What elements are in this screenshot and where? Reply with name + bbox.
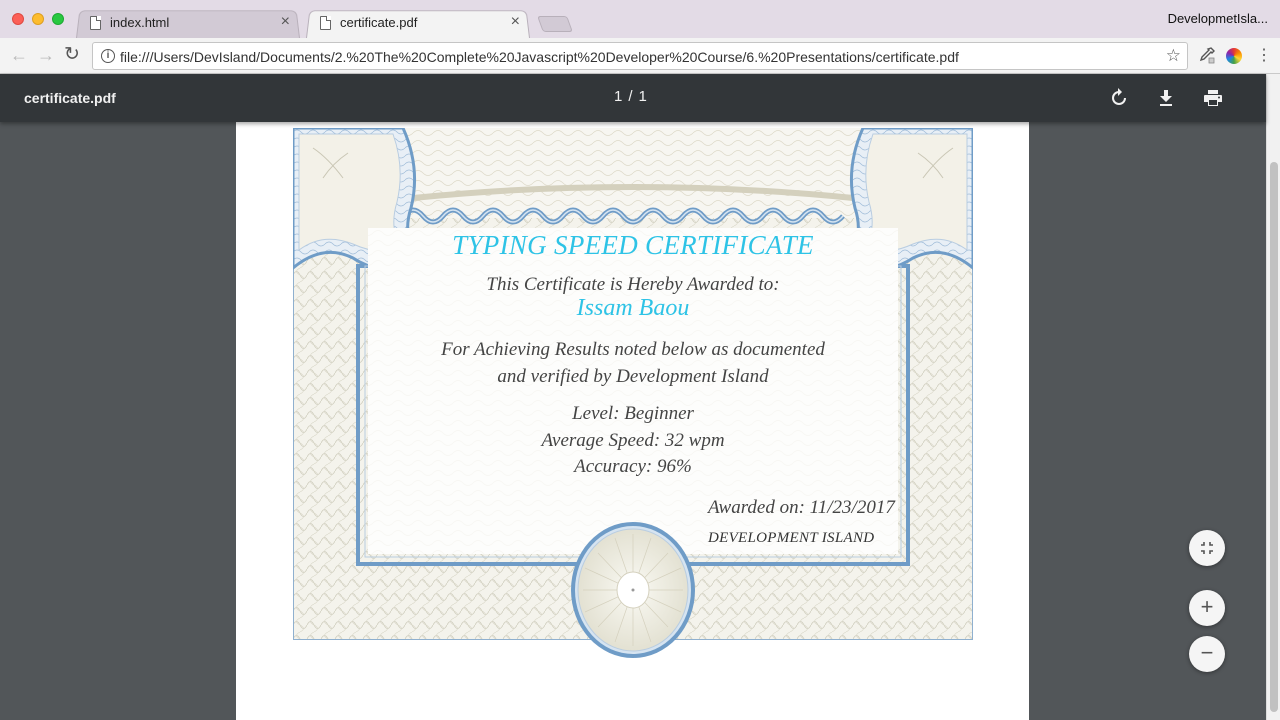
pdf-viewer[interactable]: TYPING SPEED CERTIFICATE This Certificat…: [0, 122, 1266, 720]
page-counter: 1 / 1: [614, 88, 647, 105]
close-window-button[interactable]: [12, 13, 24, 25]
tab-close-button[interactable]: ×: [281, 13, 290, 31]
total-pages: 1: [638, 88, 647, 105]
zoom-out-button[interactable]: −: [1189, 636, 1225, 672]
certificate-purpose-line1: For Achieving Results noted below as doc…: [441, 339, 825, 360]
eyedropper-extension-icon[interactable]: [1198, 46, 1218, 66]
rotate-icon: [1112, 88, 1126, 105]
current-page-input[interactable]: 1: [614, 88, 622, 105]
tab-certificate-pdf[interactable]: certificate.pdf ×: [306, 8, 530, 38]
certificate-title: TYPING SPEED CERTIFICATE: [452, 230, 814, 260]
certificate-recipient: Issam Baou: [576, 295, 690, 321]
certificate: TYPING SPEED CERTIFICATE This Certificat…: [293, 128, 973, 658]
rotate-button[interactable]: [1107, 86, 1131, 110]
tab-title: index.html: [110, 15, 170, 30]
download-button[interactable]: [1154, 86, 1178, 110]
certificate-level: Level: Beginner: [572, 403, 694, 424]
certificate-border-artwork: [293, 128, 973, 658]
print-icon: [1204, 90, 1222, 106]
menu-icon[interactable]: ⋮: [1256, 46, 1272, 66]
tab-strip: index.html × certificate.pdf × Developme…: [0, 0, 1280, 38]
bookmark-star-icon[interactable]: ☆: [1166, 46, 1181, 66]
page-separator: /: [628, 88, 633, 105]
print-button[interactable]: [1201, 86, 1225, 110]
tab-close-button[interactable]: ×: [511, 13, 520, 31]
scrollbar-thumb[interactable]: [1270, 162, 1278, 712]
certificate-organization: DEVELOPMENT ISLAND: [708, 530, 875, 546]
pdf-toolbar: certificate.pdf 1 / 1: [0, 74, 1266, 122]
forward-button[interactable]: →: [37, 45, 55, 65]
tab-title: certificate.pdf: [340, 15, 418, 30]
certificate-awarded-to: This Certificate is Hereby Awarded to:: [486, 274, 780, 295]
info-icon[interactable]: i: [101, 49, 115, 63]
maximize-window-button[interactable]: [52, 13, 64, 25]
new-tab-button[interactable]: [537, 16, 573, 32]
file-icon: [90, 16, 101, 30]
certificate-purpose-line2: and verified by Development Island: [497, 366, 769, 387]
address-bar[interactable]: i file:///Users/DevIsland/Documents/2.%2…: [92, 42, 1188, 70]
certificate-accuracy: Accuracy: 96%: [574, 456, 692, 477]
tab-index-html[interactable]: index.html ×: [76, 8, 300, 38]
file-icon: [320, 16, 331, 30]
profile-label[interactable]: DevelopmetIsla...: [1168, 11, 1268, 26]
pdf-file-name: certificate.pdf: [24, 90, 116, 106]
back-button[interactable]: ←: [10, 45, 28, 65]
reload-button[interactable]: ↻: [64, 45, 80, 65]
url-text[interactable]: file:///Users/DevIsland/Documents/2.%20T…: [120, 49, 959, 65]
download-icon: [1160, 90, 1172, 106]
certificate-awarded-date: Awarded on: 11/23/2017: [708, 497, 895, 518]
pdf-page: TYPING SPEED CERTIFICATE This Certificat…: [236, 122, 1029, 720]
certificate-speed: Average Speed: 32 wpm: [541, 430, 725, 451]
minimize-window-button[interactable]: [32, 13, 44, 25]
vertical-scrollbar[interactable]: [1266, 74, 1280, 720]
color-wheel-extension-icon[interactable]: [1226, 48, 1242, 64]
fit-page-icon: [1201, 542, 1213, 554]
zoom-in-button[interactable]: +: [1189, 590, 1225, 626]
browser-toolbar: ← → ↻ i file:///Users/DevIsland/Document…: [0, 38, 1280, 74]
fit-to-page-button[interactable]: [1189, 530, 1225, 566]
